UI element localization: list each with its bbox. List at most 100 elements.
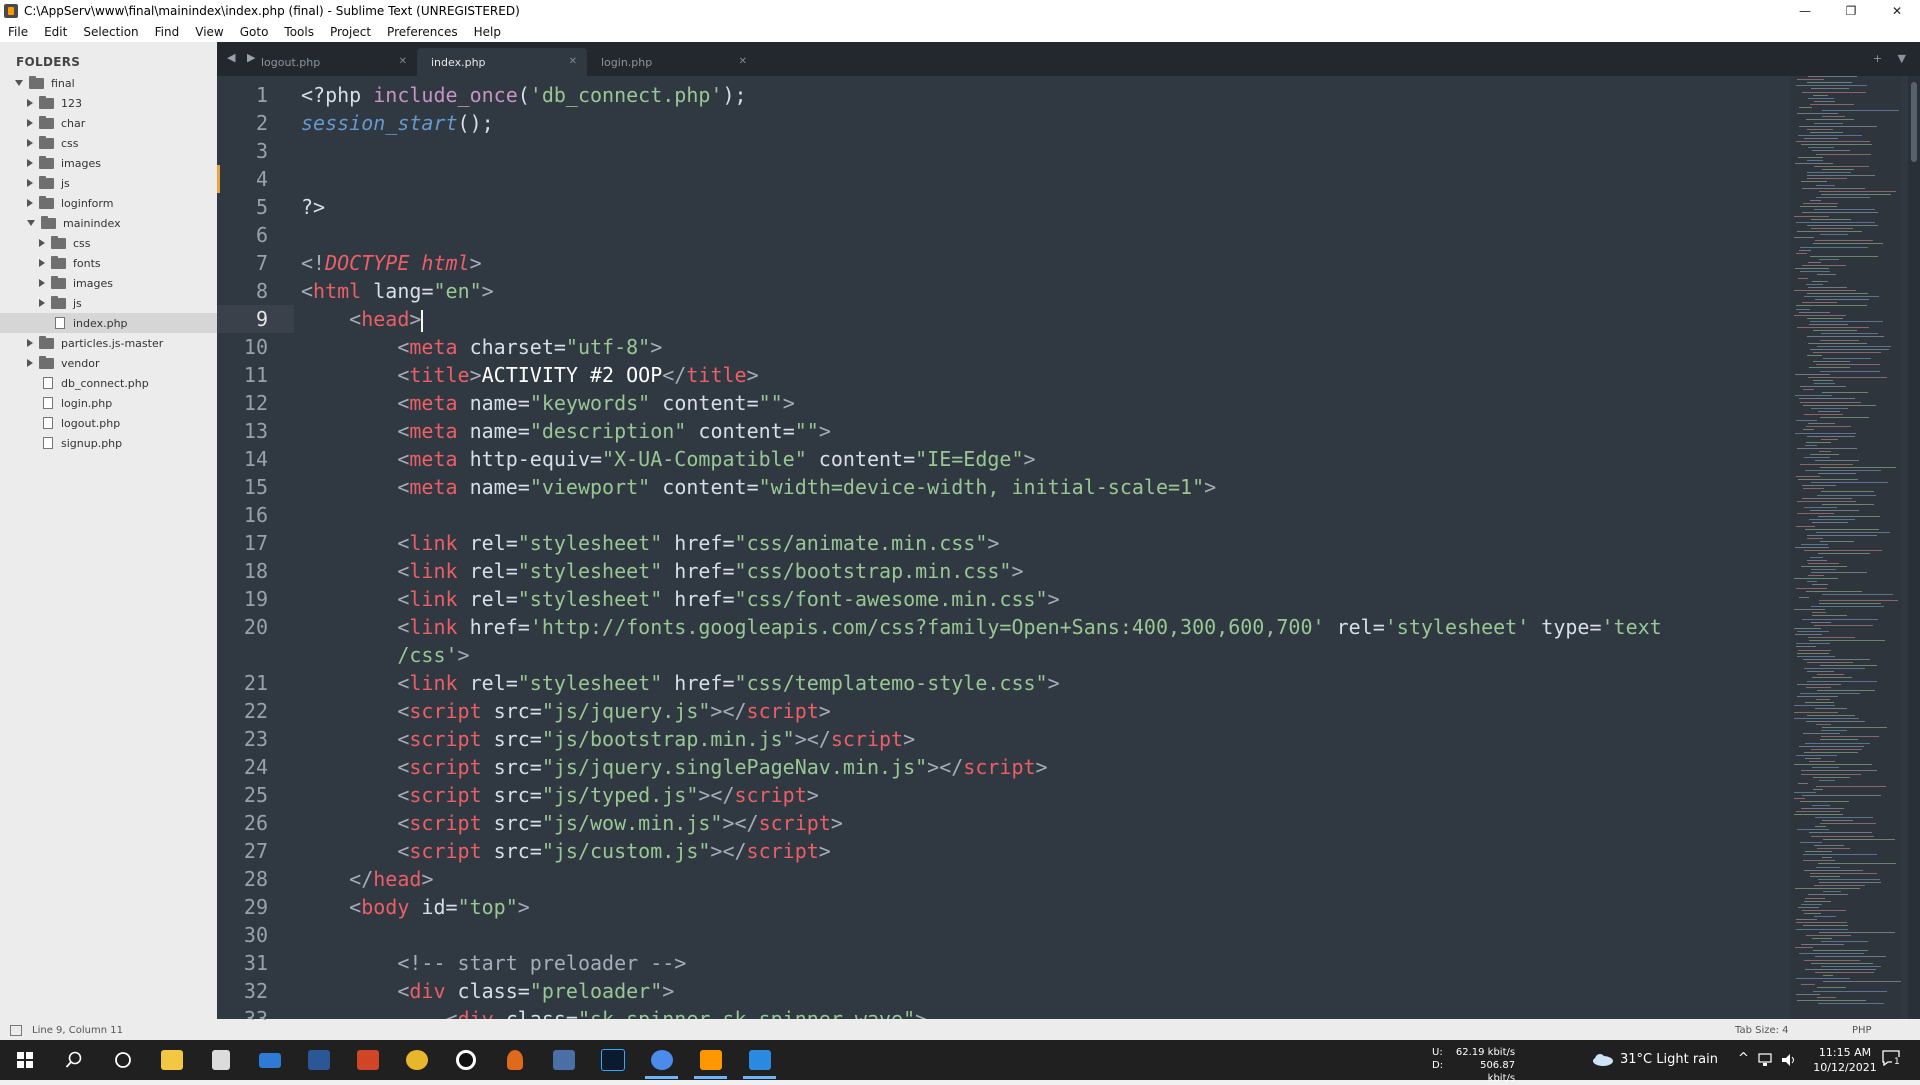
folder-item[interactable]: particles.js-master	[0, 333, 217, 353]
minimap-line	[1796, 810, 1840, 812]
minimap-line	[1796, 993, 1820, 995]
collapsed-arrow-icon[interactable]	[39, 279, 45, 287]
search-button[interactable]	[49, 1040, 98, 1080]
menu-help[interactable]: Help	[466, 25, 509, 39]
tab-close-icon[interactable]: ✕	[569, 56, 577, 67]
minimap-line	[1815, 816, 1873, 818]
file-item[interactable]: db_connect.php	[0, 373, 217, 393]
scrollbar-thumb[interactable]	[1911, 82, 1917, 162]
minimap-line	[1815, 956, 1886, 958]
panel-toggle-icon[interactable]	[10, 1024, 22, 1036]
tab-size[interactable]: Tab Size: 4	[1735, 1025, 1789, 1036]
folder-item[interactable]: char	[0, 113, 217, 133]
tab-logout-php[interactable]: logout.php ✕	[247, 48, 417, 76]
close-button[interactable]: ✕	[1874, 0, 1920, 22]
folder-item[interactable]: mainindex	[0, 213, 217, 233]
tab-close-icon[interactable]: ✕	[739, 56, 747, 67]
minimap-line	[1797, 655, 1835, 657]
collapsed-arrow-icon[interactable]	[27, 179, 33, 187]
file-item[interactable]: logout.php	[0, 413, 217, 433]
chrome-taskbar[interactable]	[392, 1040, 441, 1080]
folder-item[interactable]: css	[0, 133, 217, 153]
folder-item[interactable]: loginform	[0, 193, 217, 213]
menu-preferences[interactable]: Preferences	[379, 25, 466, 39]
collapsed-arrow-icon[interactable]	[27, 139, 33, 147]
tab-login-php[interactable]: login.php ✕	[587, 48, 757, 76]
syntax-mode[interactable]: PHP	[1852, 1025, 1872, 1036]
weather-widget[interactable]: 31°C Light rain	[1592, 1052, 1718, 1067]
minimap-line	[1808, 147, 1834, 149]
line-number: 22	[243, 699, 268, 723]
window-title: C:\AppServ\www\final\mainindex\index.php…	[24, 4, 520, 18]
tab-bar-actions[interactable]: + ▼	[1873, 52, 1912, 65]
code-token: >	[409, 307, 422, 331]
chrome-user-taskbar[interactable]	[637, 1040, 686, 1080]
powerpoint-taskbar[interactable]	[343, 1040, 392, 1080]
code-view[interactable]: <?php include_once('db_connect.php'); ses…	[301, 76, 1786, 1019]
menu-edit[interactable]: Edit	[36, 25, 75, 39]
file-item[interactable]: login.php	[0, 393, 217, 413]
collapsed-arrow-icon[interactable]	[27, 99, 33, 107]
minimap-line	[1795, 162, 1833, 164]
notification-center-button[interactable]: 1	[1882, 1050, 1904, 1070]
folder-item[interactable]: images	[0, 153, 217, 173]
word-taskbar[interactable]	[294, 1040, 343, 1080]
minimap-line	[1802, 618, 1878, 620]
minimap-line	[1817, 274, 1836, 276]
folder-item[interactable]: images	[0, 273, 217, 293]
menu-find[interactable]: Find	[147, 25, 188, 39]
collapsed-arrow-icon[interactable]	[27, 339, 33, 347]
start-button[interactable]	[0, 1040, 49, 1080]
folder-item[interactable]: final	[0, 73, 217, 93]
photoshop-taskbar[interactable]	[588, 1040, 637, 1080]
mail-taskbar[interactable]	[245, 1040, 294, 1080]
store-taskbar[interactable]	[196, 1040, 245, 1080]
clock[interactable]: 11:15 AM 10/12/2021	[1805, 1045, 1885, 1075]
code-token: script	[746, 699, 819, 723]
minimap-line	[1800, 386, 1846, 387]
cortana-button[interactable]	[98, 1040, 147, 1080]
menu-tools[interactable]: Tools	[276, 25, 322, 39]
menu-file[interactable]: File	[0, 25, 36, 39]
folder-item[interactable]: js	[0, 173, 217, 193]
sublime-taskbar[interactable]	[686, 1040, 735, 1080]
folder-item[interactable]: css	[0, 233, 217, 253]
file-explorer-taskbar[interactable]	[147, 1040, 196, 1080]
code-token: ""	[758, 391, 783, 415]
maximize-button[interactable]: ❐	[1828, 0, 1874, 22]
minimize-button[interactable]: —	[1782, 0, 1828, 22]
media-player-taskbar[interactable]	[735, 1040, 784, 1080]
folder-item[interactable]: vendor	[0, 353, 217, 373]
minimap-line	[1821, 193, 1891, 195]
line-number: 23	[243, 727, 268, 751]
file-item[interactable]: index.php	[0, 313, 217, 333]
folder-item[interactable]: fonts	[0, 253, 217, 273]
collapsed-arrow-icon[interactable]	[27, 359, 33, 367]
headset-app-taskbar[interactable]	[490, 1040, 539, 1080]
collapsed-arrow-icon[interactable]	[27, 159, 33, 167]
vertical-scrollbar[interactable]	[1908, 76, 1920, 1019]
network-icon[interactable]	[1758, 1053, 1774, 1067]
calculator-taskbar[interactable]	[539, 1040, 588, 1080]
volume-icon[interactable]	[1781, 1053, 1797, 1067]
expanded-arrow-icon[interactable]	[15, 80, 23, 86]
collapsed-arrow-icon[interactable]	[39, 299, 45, 307]
collapsed-arrow-icon[interactable]	[39, 259, 45, 267]
folder-item[interactable]: js	[0, 293, 217, 313]
folder-item[interactable]: 123	[0, 93, 217, 113]
collapsed-arrow-icon[interactable]	[39, 239, 45, 247]
file-item[interactable]: signup.php	[0, 433, 217, 453]
minimap[interactable]	[1790, 76, 1902, 1019]
menu-selection[interactable]: Selection	[75, 25, 146, 39]
menu-project[interactable]: Project	[322, 25, 379, 39]
tab-close-icon[interactable]: ✕	[399, 56, 407, 67]
menu-goto[interactable]: Goto	[232, 25, 277, 39]
expanded-arrow-icon[interactable]	[27, 220, 35, 226]
recorder-taskbar[interactable]	[441, 1040, 490, 1080]
tab-index-php[interactable]: index.php ✕	[417, 48, 587, 76]
menu-view[interactable]: View	[187, 25, 231, 39]
collapsed-arrow-icon[interactable]	[27, 199, 33, 207]
collapsed-arrow-icon[interactable]	[27, 119, 33, 127]
show-hidden-icons-icon[interactable]: ^	[1738, 1051, 1749, 1066]
